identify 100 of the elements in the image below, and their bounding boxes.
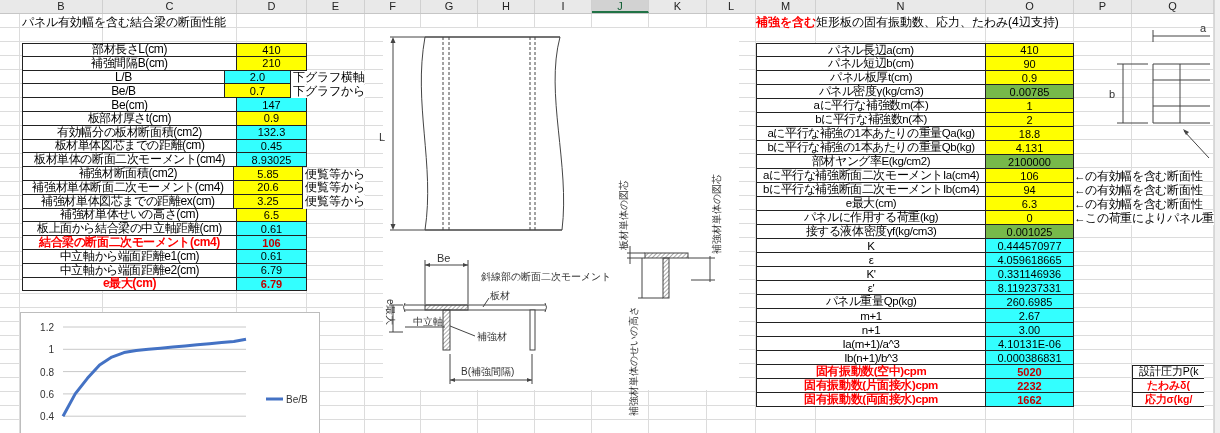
label-cell: 固有振動数(片面接水)cpm bbox=[756, 379, 986, 393]
column-header[interactable]: M bbox=[756, 0, 816, 13]
column-header[interactable]: E bbox=[307, 0, 365, 13]
label-cell: ε' bbox=[756, 281, 986, 295]
legend-line-icon bbox=[266, 397, 283, 401]
label-cell: Be(cm) bbox=[22, 98, 237, 112]
column-header[interactable]: J bbox=[592, 0, 649, 13]
note-text: 下グラフ横軸 bbox=[291, 71, 365, 84]
column-header[interactable]: D bbox=[237, 0, 307, 13]
value-cell: 5.85 bbox=[234, 167, 303, 181]
dimension-label: 補強材単体の図芯 bbox=[711, 174, 722, 254]
label-cell: Be/B bbox=[22, 84, 225, 99]
dimension-line bbox=[1116, 63, 1149, 124]
neutral-axis-line bbox=[404, 326, 446, 328]
label-cell: 固有振動数(両面接水)cpm bbox=[756, 393, 986, 407]
y-tick-label: 0.4 bbox=[40, 411, 54, 423]
dimension-label: 板材単体の図芯 bbox=[618, 180, 629, 250]
column-header[interactable]: B bbox=[20, 0, 103, 13]
column-header[interactable]: O bbox=[986, 0, 1074, 13]
value-cell: 90 bbox=[986, 57, 1074, 71]
y-tick-label: 0.8 bbox=[40, 366, 54, 378]
label-cell: 部材長さL(cm) bbox=[22, 43, 237, 57]
value-cell: 2100000 bbox=[986, 155, 1074, 169]
value-cell: 106 bbox=[237, 236, 307, 250]
column-header[interactable]: G bbox=[421, 0, 478, 13]
label-cell: bに平行な補強数n(本) bbox=[756, 113, 986, 127]
note-text: 便覧等から bbox=[303, 195, 365, 209]
label-cell: e最大(cm) bbox=[756, 197, 986, 211]
dimension-label: Be bbox=[437, 252, 451, 264]
value-cell: 0.61 bbox=[237, 222, 307, 237]
label-cell: n+1 bbox=[756, 323, 986, 337]
leader-line bbox=[482, 297, 490, 308]
label-cell: ε bbox=[756, 253, 986, 267]
label-cell: 補強材断面積(cm2) bbox=[22, 167, 234, 181]
value-cell: 0.00785 bbox=[986, 85, 1074, 99]
label-cell: 固有振動数(空中)cpm bbox=[756, 365, 986, 379]
label-cell: aに平行な補強断面二次モーメントIa(cm4) bbox=[756, 169, 986, 183]
value-cell: 6.3 bbox=[986, 197, 1074, 211]
dimension-label: 補強材単体のせいの高さ bbox=[628, 306, 639, 416]
label-cell: bに平行な補強の1本あたりの重量Qb(kg) bbox=[756, 141, 986, 155]
column-header[interactable]: N bbox=[816, 0, 986, 13]
value-cell: 5020 bbox=[986, 365, 1074, 379]
value-cell: 2.67 bbox=[986, 309, 1074, 323]
value-cell: 4.10131E-06 bbox=[986, 337, 1074, 351]
value-cell: 0.000386831 bbox=[986, 351, 1074, 365]
column-header[interactable]: F bbox=[365, 0, 421, 13]
label-cell: bに平行な補強断面二次モーメントIb(cm4) bbox=[756, 183, 986, 197]
value-cell: 0.001025 bbox=[986, 225, 1074, 239]
y-tick-label: 0.6 bbox=[40, 389, 54, 401]
label-cell: aに平行な補強数m(本) bbox=[756, 99, 986, 113]
dimension-line bbox=[388, 304, 404, 333]
column-header[interactable]: L bbox=[707, 0, 756, 13]
callout-label: 板材 bbox=[490, 290, 510, 301]
value-cell: 1662 bbox=[986, 393, 1074, 407]
label-cell: K bbox=[756, 239, 986, 253]
label-cell: パネル板厚t(cm) bbox=[756, 71, 986, 85]
note-text: ←の有効幅を含む断面性 bbox=[1074, 197, 1203, 211]
value-cell: 0.444570977 bbox=[986, 239, 1074, 253]
value-cell: 2 bbox=[986, 113, 1074, 127]
note-text: ←の有効幅を含む断面性 bbox=[1074, 183, 1203, 197]
dimension-label: b bbox=[1109, 88, 1116, 100]
value-cell: 410 bbox=[986, 43, 1074, 57]
label-cell: 応力σ(kg/ bbox=[1132, 393, 1204, 407]
label-cell: aに平行な補強の1本あたりの重量Qa(kg) bbox=[756, 127, 986, 141]
vertical-scrollbar[interactable] bbox=[1214, 0, 1220, 433]
column-header[interactable]: C bbox=[103, 0, 237, 13]
y-tick-label: 1.2 bbox=[40, 322, 54, 334]
label-cell: パネル短辺b(cm) bbox=[756, 57, 986, 71]
label-cell: たわみδ( bbox=[1132, 379, 1204, 393]
value-cell: 8.119237331 bbox=[986, 281, 1074, 295]
dimension-label: a bbox=[1200, 22, 1207, 34]
note-text: ←この荷重によりパネル重 bbox=[1074, 211, 1214, 225]
dimension-label: e最大 bbox=[385, 299, 396, 325]
value-cell: 410 bbox=[237, 43, 307, 57]
label-cell: Ib(n+1)/b^3 bbox=[756, 351, 986, 365]
label-cell: 部材ヤング率E(kg/cm2) bbox=[756, 155, 986, 169]
label-cell: パネル密度γ(kg/cm3) bbox=[756, 85, 986, 99]
note-text: ←の有効幅を含む断面性 bbox=[1074, 169, 1203, 183]
y-tick-label: 1 bbox=[48, 344, 54, 356]
value-cell: 1 bbox=[986, 99, 1074, 113]
value-cell: 4.059618665 bbox=[986, 253, 1074, 267]
column-header[interactable]: H bbox=[478, 0, 535, 13]
label-cell: Ia(m+1)/a^3 bbox=[756, 337, 986, 351]
column-header[interactable]: K bbox=[649, 0, 707, 13]
legend-label: Be/B bbox=[286, 394, 308, 406]
dimension-label: L bbox=[379, 131, 386, 143]
leader-line bbox=[1183, 129, 1210, 159]
value-cell: 94 bbox=[986, 183, 1074, 197]
value-cell: 4.131 bbox=[986, 141, 1074, 155]
note-text: 便覧等から bbox=[303, 181, 365, 195]
sheet-title: 補強を含む矩形板の固有振動数、応力、たわみ(4辺支持) bbox=[756, 15, 1059, 29]
value-cell: 3.00 bbox=[986, 323, 1074, 337]
caption-text: 斜線部の断面二次モーメント bbox=[481, 271, 611, 282]
value-cell: 0.7 bbox=[224, 84, 291, 99]
column-header[interactable]: P bbox=[1074, 0, 1132, 13]
label-cell: 接する液体密度γf(kg/cm3) bbox=[756, 225, 986, 239]
leader-line bbox=[449, 325, 476, 337]
note-text: 下グラフから bbox=[291, 84, 365, 98]
label-cell: パネルに作用する荷重(kg) bbox=[756, 211, 986, 225]
dimension-label: B(補強間隔) bbox=[461, 366, 515, 377]
